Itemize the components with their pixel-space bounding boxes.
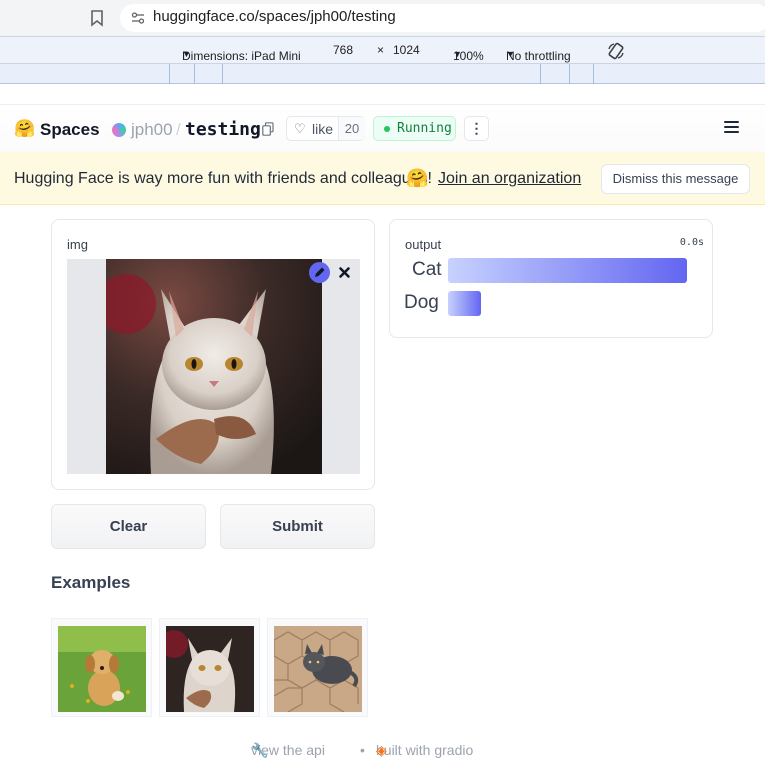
example-item[interactable]: [159, 618, 260, 717]
example-item[interactable]: [267, 618, 368, 717]
status-label: Running: [397, 121, 452, 136]
prediction-bar: [448, 258, 687, 283]
hamburger-menu-icon[interactable]: [724, 121, 739, 135]
owner-avatar[interactable]: [112, 123, 126, 137]
pencil-icon: [315, 267, 325, 277]
hugging-face-emoji-icon: 🤗: [406, 168, 429, 188]
edit-image-button[interactable]: [309, 262, 330, 283]
heart-icon: ♡: [294, 121, 306, 136]
owner-link[interactable]: jph00: [131, 120, 173, 140]
bookmark-icon[interactable]: [89, 9, 105, 27]
repo-name[interactable]: testing: [185, 119, 261, 140]
browser-toolbar: huggingface.co/spaces/jph00/testing: [0, 0, 765, 36]
device-width-input[interactable]: 768: [333, 43, 353, 57]
example-puppy-image: [58, 626, 146, 712]
dimension-times: ×: [377, 43, 385, 57]
wrench-icon: 🔧: [251, 742, 269, 758]
device-toolbar: Dimensions: iPad Mini ▼ 768 × 1024 100% …: [0, 36, 765, 64]
copy-icon[interactable]: [262, 122, 274, 136]
media-query-ruler[interactable]: [0, 64, 765, 84]
site-settings-icon[interactable]: [130, 10, 146, 26]
prediction-bar: [448, 291, 481, 316]
image-upload-area[interactable]: [67, 259, 360, 474]
example-kitten-image: [274, 626, 362, 712]
example-item[interactable]: [51, 618, 152, 717]
output-label: output: [405, 237, 442, 252]
remove-image-button[interactable]: [334, 262, 355, 283]
like-label: like: [312, 121, 334, 137]
hf-header: 🤗 Spaces jph00 / testing ♡ like 20 Runni…: [0, 104, 765, 152]
dropdown-caret-icon: ▼: [506, 49, 515, 59]
gradio-footer: view the api 🔧 • built with gradio ◈: [251, 742, 474, 758]
dismiss-button[interactable]: Dismiss this message: [601, 164, 750, 194]
join-organization-link[interactable]: Join an organization: [438, 170, 581, 188]
prediction-label: Dog: [404, 292, 439, 313]
like-button[interactable]: ♡ like 20: [286, 116, 365, 141]
close-icon: [339, 267, 350, 278]
hf-logo-icon[interactable]: 🤗: [14, 119, 35, 139]
rotate-icon[interactable]: [606, 41, 626, 61]
cat-image: [106, 259, 322, 474]
gradio-logo-icon: ◈: [376, 742, 387, 758]
more-options-button[interactable]: ⋮: [464, 116, 489, 141]
footer-bullet: •: [360, 742, 365, 758]
dropdown-caret-icon: ▼: [182, 49, 191, 59]
path-separator: /: [176, 120, 181, 139]
kebab-icon: ⋮: [469, 120, 484, 136]
url-text[interactable]: huggingface.co/spaces/jph00/testing: [153, 8, 396, 25]
submit-button[interactable]: Submit: [220, 504, 375, 549]
prediction-label: Cat: [412, 259, 442, 280]
status-badge[interactable]: Running: [373, 116, 456, 141]
like-count[interactable]: 20: [338, 117, 365, 140]
example-cat-image: [166, 626, 254, 712]
examples-title: Examples: [51, 573, 131, 592]
org-banner: Hugging Face is way more fun with friend…: [0, 152, 765, 205]
elapsed-time: 0.0s: [679, 237, 704, 248]
image-input-panel: img: [51, 219, 375, 490]
input-label: img: [67, 237, 88, 252]
dropdown-caret-icon: ▼: [453, 49, 462, 59]
status-dot-icon: [384, 126, 390, 132]
device-height-input[interactable]: 1024: [393, 43, 420, 57]
spaces-link[interactable]: Spaces: [40, 120, 100, 140]
clear-button[interactable]: Clear: [51, 504, 206, 549]
banner-message: Hugging Face is way more fun with friend…: [14, 170, 432, 187]
